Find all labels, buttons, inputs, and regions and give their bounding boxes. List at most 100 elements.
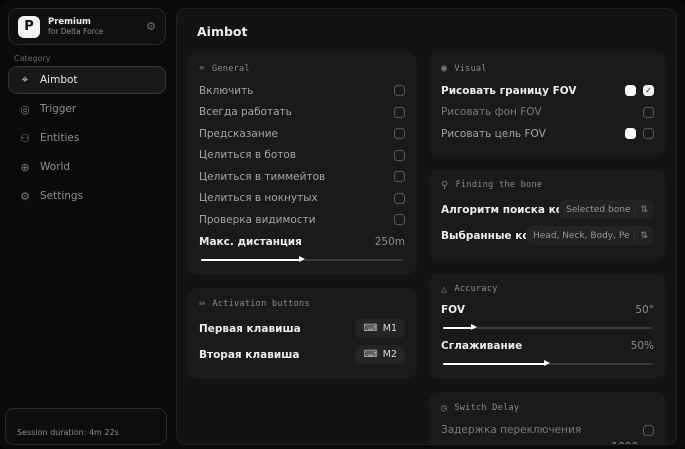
activation-card: ⌨ Activation buttons Первая клавиша ⌨ M1… (187, 287, 417, 379)
checkbox-row: Предсказание (199, 123, 405, 145)
bone-card: ⚲ Finding the bone Алгоритм поиска кост … (429, 168, 666, 260)
selected-bones-label: Выбранные кос (441, 229, 526, 242)
visual-icon: ◉ (441, 63, 448, 74)
slider-fill[interactable] (443, 324, 478, 330)
brand-card: P Premium for Delta Force ⚙ (8, 8, 166, 45)
target-bots-checkbox[interactable] (394, 149, 405, 161)
draw-fov-background-checkbox[interactable] (643, 106, 654, 118)
second-key-label: Вторая клавиша (199, 348, 300, 361)
checkbox-row: Проверка видимости (199, 209, 405, 231)
brand-logo: P (18, 15, 40, 38)
dropdown-value: Selected bone (566, 204, 631, 215)
sidebar-item-aimbot[interactable]: ⌖ Aimbot (8, 66, 166, 94)
sidebar-item-trigger[interactable]: ◎ Trigger (8, 95, 166, 123)
row-label: Предсказание (199, 127, 278, 140)
row-controls: ✓ (625, 85, 654, 97)
right-column: ◉ Visual Рисовать границу FOV ✓ Рисовать… (429, 52, 666, 445)
switch-delay-card: ◷ Switch Delay Задержка переключения Зад… (429, 391, 666, 445)
gear-icon[interactable]: ⚙ (146, 20, 156, 33)
bone-algorithm-row: Алгоритм поиска кост Selected bone ⇅ (441, 197, 654, 223)
settings-icon: ⚙ (20, 189, 30, 203)
draw-fov-background-row: Рисовать фон FOV (441, 102, 654, 124)
switch-delay-checkbox[interactable] (643, 424, 654, 436)
row-controls (643, 106, 654, 118)
accuracy-card: △ Accuracy FOV 50° Сглаживание 50% (429, 272, 666, 379)
world-icon: ⊕ (20, 160, 30, 174)
general-card: ⌖ General Включить Всегда работать Предс… (187, 52, 417, 275)
aimbot-icon: ⌖ (21, 73, 29, 86)
general-icon: ⌖ (199, 63, 205, 74)
session-duration-text: Session duration: 4m 22s (17, 428, 119, 437)
max-distance-row: Макс. дистанция 250m (199, 233, 405, 252)
sidebar-nav: ⌖ Aimbot ◎ Trigger ⚇ Entities ⊕ World ⚙ … (8, 66, 166, 210)
slider-fill[interactable] (201, 256, 305, 262)
row-label: Задержка переключения (441, 424, 582, 437)
sidebar-item-label: World (40, 161, 71, 173)
dropdown-value: Head, Neck, Body, Pe... (533, 230, 631, 241)
visibility-check-checkbox[interactable] (394, 214, 405, 226)
second-key-button[interactable]: ⌨ M2 (355, 345, 405, 364)
max-distance-slider[interactable] (201, 256, 403, 262)
fov-row: FOV 50° (441, 301, 654, 320)
activation-header-label: Activation buttons (212, 299, 310, 309)
prediction-checkbox[interactable] (394, 128, 405, 140)
slider-fill[interactable] (443, 360, 551, 366)
visual-header-label: Visual (454, 63, 487, 74)
sidebar-item-label: Trigger (40, 103, 77, 115)
main-panel: Aimbot ⌖ General Включить Всегда работат… (176, 8, 677, 445)
color-swatch[interactable] (625, 85, 636, 97)
session-card: Session duration: 4m 22s (5, 408, 167, 445)
first-key-button[interactable]: ⌨ M1 (355, 319, 405, 338)
enable-checkbox[interactable] (394, 85, 405, 97)
category-label: Category (14, 54, 51, 63)
row-controls (625, 128, 654, 140)
checkbox-row: Целиться в тиммейтов (199, 166, 405, 188)
bone-header: ⚲ Finding the bone (441, 180, 654, 191)
sidebar-item-world[interactable]: ⊕ World (8, 153, 166, 181)
sidebar-item-settings[interactable]: ⚙ Settings (8, 182, 166, 210)
page-title: Aimbot (197, 24, 248, 39)
switch-delay-toggle-row: Задержка переключения (441, 420, 654, 442)
draw-fov-border-row: Рисовать границу FOV ✓ (441, 80, 654, 102)
second-key-value: M2 (382, 349, 397, 360)
row-label: Включить (199, 84, 254, 97)
trigger-icon: ◎ (20, 102, 30, 116)
selected-bones-dropdown[interactable]: Head, Neck, Body, Pe... ⇅ (526, 226, 654, 245)
first-key-value: M1 (382, 323, 397, 334)
app-window: P Premium for Delta Force ⚙ Category ⌖ A… (0, 0, 685, 449)
target-knocked-checkbox[interactable] (394, 192, 405, 204)
row-label: Рисовать фон FOV (441, 106, 542, 119)
sidebar-item-label: Entities (40, 132, 80, 144)
draw-fov-target-checkbox[interactable] (643, 128, 654, 140)
smoothing-label: Сглаживание (441, 340, 523, 352)
checkbox-row: Всегда работать (199, 102, 405, 124)
fov-slider[interactable] (443, 324, 652, 330)
row-label: Рисовать границу FOV (441, 84, 577, 97)
keyboard-icon: ⌨ (199, 298, 206, 310)
left-column: ⌖ General Включить Всегда работать Предс… (187, 52, 417, 444)
checkbox-row: Включить (199, 80, 405, 102)
fov-value: 50° (635, 304, 654, 316)
activation-header: ⌨ Activation buttons (199, 299, 405, 310)
row-label: Целиться в тиммейтов (199, 170, 326, 183)
switch-delay-header-label: Switch Delay (454, 403, 520, 413)
key-icon: ⌨ (363, 323, 378, 334)
visual-card: ◉ Visual Рисовать границу FOV ✓ Рисовать… (429, 52, 666, 156)
always-work-checkbox[interactable] (394, 106, 405, 118)
selected-bones-row: Выбранные кос Head, Neck, Body, Pe... ⇅ (441, 223, 654, 249)
color-swatch[interactable] (625, 128, 636, 140)
sidebar: P Premium for Delta Force ⚙ Category ⌖ A… (0, 0, 172, 449)
accuracy-header: △ Accuracy (441, 284, 654, 295)
sidebar-item-entities[interactable]: ⚇ Entities (8, 124, 166, 152)
bone-algorithm-dropdown[interactable]: Selected bone ⇅ (559, 200, 654, 219)
draw-fov-border-checkbox[interactable]: ✓ (643, 85, 654, 97)
accuracy-header-label: Accuracy (454, 284, 498, 294)
accuracy-icon: △ (441, 283, 448, 295)
brand-title: Premium (48, 16, 91, 27)
smoothing-slider[interactable] (443, 360, 652, 366)
visual-header: ◉ Visual (441, 63, 654, 74)
target-teammates-checkbox[interactable] (394, 171, 405, 183)
row-label: Рисовать цель FOV (441, 127, 546, 140)
switch-delay-ms-row: Задержка переключения (мс) 1000 ms (441, 441, 654, 445)
max-distance-label: Макс. дистанция (199, 236, 302, 248)
